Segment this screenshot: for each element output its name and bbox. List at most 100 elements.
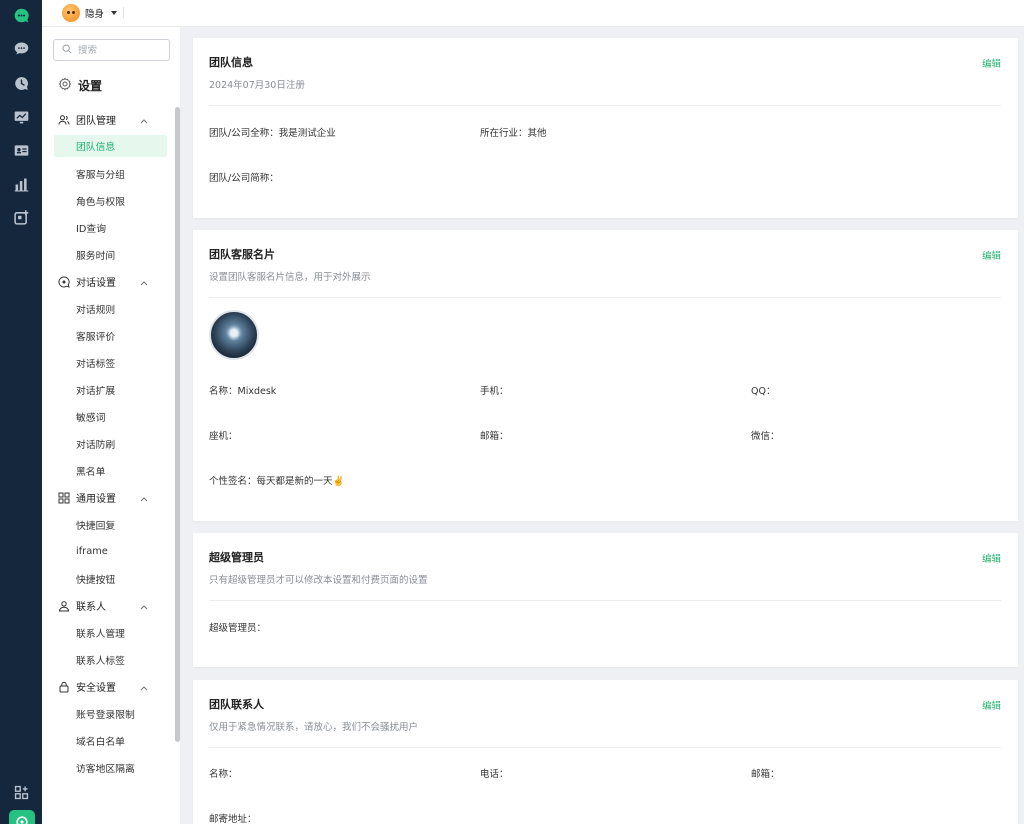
sidebar-item-quick-replies[interactable]: 快捷回复 bbox=[42, 511, 172, 538]
registration-date: 2024年07月30日注册 bbox=[209, 80, 305, 91]
menu-group-label: 联系人 bbox=[76, 602, 106, 613]
app-logo-icon[interactable] bbox=[11, 5, 31, 25]
sidebar-item-conversation-tags[interactable]: 对话标签 bbox=[42, 349, 172, 376]
divider bbox=[209, 747, 1001, 748]
history-chat-icon[interactable] bbox=[11, 73, 31, 93]
sidebar-item-iframe[interactable]: iframe bbox=[42, 538, 172, 565]
settings-title-label: 设置 bbox=[78, 79, 103, 93]
sidebar-item-quick-buttons[interactable]: 快捷按钮 bbox=[42, 565, 172, 592]
service-card-card: 团队客服名片 设置团队客服名片信息，用于对外展示 编辑 名称：Mixdesk 手… bbox=[193, 230, 1018, 521]
chevron-down-icon bbox=[111, 11, 118, 15]
menu-group-label: 安全设置 bbox=[76, 683, 116, 694]
card-wechat-field: 微信： bbox=[751, 431, 780, 442]
contact-address-field: 邮寄地址： bbox=[209, 814, 257, 824]
card-title: 团队客服名片 bbox=[209, 248, 275, 261]
team-info-card: 团队信息 2024年07月30日注册 编辑 团队/公司全称：我是测试企业 所在行… bbox=[193, 38, 1018, 218]
sidebar-item-conversation-extension[interactable]: 对话扩展 bbox=[42, 376, 172, 403]
menu-group-label: 对话设置 bbox=[76, 278, 116, 289]
sidebar-search[interactable] bbox=[53, 39, 170, 61]
divider bbox=[209, 600, 1001, 601]
divider bbox=[123, 7, 124, 18]
sidebar-item-sensitive-words[interactable]: 敏感词 bbox=[42, 403, 172, 430]
sidebar-item-agent-rating[interactable]: 客服评价 bbox=[42, 322, 172, 349]
contact-email-field: 邮箱： bbox=[751, 769, 780, 780]
edit-team-info-button[interactable]: 编辑 bbox=[982, 56, 1001, 70]
edit-contact-button[interactable]: 编辑 bbox=[982, 698, 1001, 712]
sidebar-item-contact-tags[interactable]: 联系人标签 bbox=[42, 646, 172, 673]
sidebar-item-visitor-region-isolation[interactable]: 访客地区隔离 bbox=[42, 754, 172, 781]
card-signature-field: 个性签名：每天都是新的一天✌️ bbox=[209, 476, 345, 487]
app-rail bbox=[0, 0, 42, 824]
agent-status-label: 隐身 bbox=[85, 9, 105, 20]
apps-grid-icon[interactable] bbox=[11, 782, 31, 802]
chevron-up-icon bbox=[140, 494, 148, 505]
chevron-up-icon bbox=[140, 683, 148, 694]
search-input[interactable] bbox=[78, 44, 158, 56]
settings-sidebar: 设置 团队管理 团队信息 客服与分组 角色与权限 ID查询 服务时间 对话设置 … bbox=[42, 27, 181, 824]
card-title: 团队信息 bbox=[209, 56, 253, 69]
monitor-icon[interactable] bbox=[11, 107, 31, 127]
chevron-up-icon bbox=[140, 116, 148, 127]
service-avatar bbox=[209, 310, 259, 360]
add-app-icon[interactable] bbox=[11, 207, 31, 227]
sidebar-item-anti-spam[interactable]: 对话防刷 bbox=[42, 430, 172, 457]
sidebar-item-blacklist[interactable]: 黑名单 bbox=[42, 457, 172, 484]
settings-title: 设置 bbox=[58, 77, 102, 94]
edit-service-card-button[interactable]: 编辑 bbox=[982, 248, 1001, 262]
sidebar-item-service-hours[interactable]: 服务时间 bbox=[42, 241, 172, 268]
chevron-up-icon bbox=[140, 278, 148, 289]
card-email-field: 邮箱： bbox=[480, 431, 509, 442]
sidebar-item-conversation-rules[interactable]: 对话规则 bbox=[42, 295, 172, 322]
sidebar-scrollbar[interactable] bbox=[175, 107, 180, 742]
contact-card-icon[interactable] bbox=[11, 140, 31, 160]
team-contact-card: 团队联系人 仅用于紧急情况联系，请放心，我们不会骚扰用户 编辑 名称： 电话： … bbox=[193, 680, 1018, 824]
divider bbox=[209, 105, 1001, 106]
card-name-field: 名称：Mixdesk bbox=[209, 386, 277, 397]
settings-nav-icon[interactable] bbox=[9, 810, 35, 824]
super-admin-card: 超级管理员 只有超级管理员才可以修改本设置和付费页面的设置 编辑 超级管理员： bbox=[193, 533, 1018, 667]
card-title: 超级管理员 bbox=[209, 551, 264, 564]
top-bar: 隐身 bbox=[42, 0, 1024, 27]
lock-icon bbox=[58, 681, 70, 693]
sidebar-item-domain-whitelist[interactable]: 域名白名单 bbox=[42, 727, 172, 754]
team-icon bbox=[58, 114, 70, 126]
grid-icon bbox=[58, 492, 70, 504]
menu-group-contacts[interactable]: 联系人 bbox=[42, 592, 172, 619]
sidebar-item-team-info[interactable]: 团队信息 bbox=[54, 135, 167, 157]
card-title: 团队联系人 bbox=[209, 698, 264, 711]
conversation-settings-icon bbox=[58, 275, 70, 288]
sidebar-item-agents-groups[interactable]: 客服与分组 bbox=[42, 160, 172, 187]
card-phone-field: 座机： bbox=[209, 431, 238, 442]
menu-group-team-management[interactable]: 团队管理 bbox=[42, 106, 172, 133]
card-qq-field: QQ： bbox=[751, 386, 776, 397]
sidebar-item-login-restriction[interactable]: 账号登录限制 bbox=[42, 700, 172, 727]
contact-phone-field: 电话： bbox=[480, 769, 509, 780]
super-admin-field: 超级管理员： bbox=[209, 623, 267, 634]
menu-group-general-settings[interactable]: 通用设置 bbox=[42, 484, 172, 511]
industry-field: 所在行业：其他 bbox=[480, 128, 547, 139]
card-subtitle: 设置团队客服名片信息，用于对外展示 bbox=[209, 272, 371, 283]
edit-super-admin-button[interactable]: 编辑 bbox=[982, 551, 1001, 565]
statistics-icon[interactable] bbox=[11, 174, 31, 194]
sidebar-item-roles-permissions[interactable]: 角色与权限 bbox=[42, 187, 172, 214]
card-mobile-field: 手机： bbox=[480, 386, 509, 397]
chevron-up-icon bbox=[140, 602, 148, 613]
divider bbox=[209, 297, 1001, 298]
menu-group-label: 通用设置 bbox=[76, 494, 116, 505]
menu-group-conversation-settings[interactable]: 对话设置 bbox=[42, 268, 172, 295]
main-content: 团队信息 2024年07月30日注册 编辑 团队/公司全称：我是测试企业 所在行… bbox=[181, 27, 1024, 824]
company-shortname-field: 团队/公司简称： bbox=[209, 173, 279, 184]
agent-avatar bbox=[62, 4, 80, 22]
card-subtitle: 仅用于紧急情况联系，请放心，我们不会骚扰用户 bbox=[209, 722, 419, 733]
agent-status-dropdown[interactable]: 隐身 bbox=[62, 2, 118, 24]
chat-icon[interactable] bbox=[11, 38, 31, 58]
user-icon bbox=[58, 600, 70, 612]
sidebar-item-contact-management[interactable]: 联系人管理 bbox=[42, 619, 172, 646]
company-fullname-field: 团队/公司全称：我是测试企业 bbox=[209, 128, 336, 139]
menu-group-label: 团队管理 bbox=[76, 116, 116, 127]
menu-group-security-settings[interactable]: 安全设置 bbox=[42, 673, 172, 700]
sidebar-item-id-lookup[interactable]: ID查询 bbox=[42, 214, 172, 241]
gear-icon bbox=[58, 77, 72, 94]
card-subtitle: 只有超级管理员才可以修改本设置和付费页面的设置 bbox=[209, 575, 428, 586]
search-icon bbox=[62, 44, 72, 57]
